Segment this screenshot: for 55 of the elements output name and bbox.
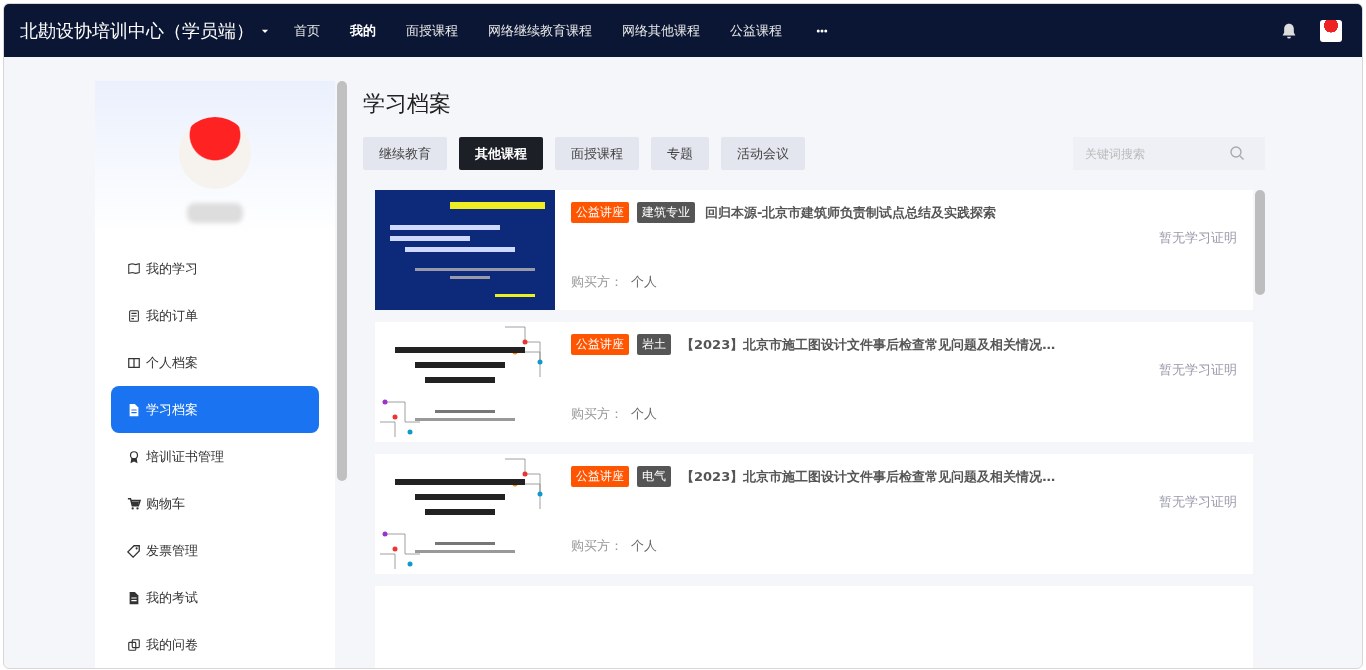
course-title[interactable]: 【2023】北京市施工图设计文件事后检查常见问题及相关情况… (681, 467, 1056, 486)
category-tag: 电气 (637, 466, 671, 487)
course-cover-image[interactable] (375, 190, 555, 310)
category-tag: 公益讲座 (571, 466, 629, 487)
filter-tab[interactable]: 活动会议 (721, 137, 805, 170)
category-tag: 岩土 (637, 334, 671, 355)
certificate-status: 暂无学习证明 (1159, 493, 1237, 511)
buyer-value: 个人 (631, 537, 657, 555)
nav-link[interactable]: 我的 (350, 21, 376, 40)
nav-link[interactable]: 网络其他课程 (622, 21, 700, 40)
certificate-status: 暂无学习证明 (1159, 361, 1237, 379)
filter-tab[interactable]: 面授课程 (555, 137, 639, 170)
filter-tab[interactable]: 继续教育 (363, 137, 447, 170)
file-icon (127, 590, 141, 605)
book-icon (127, 355, 141, 370)
course-title[interactable]: 【2023】北京市施工图设计文件事后检查常见问题及相关情况… (681, 335, 1056, 354)
copy-icon (127, 637, 141, 652)
map-icon (127, 261, 141, 276)
scrollbar-thumb[interactable] (1255, 190, 1265, 295)
nav-link[interactable]: 网络继续教育课程 (488, 21, 592, 40)
tag-icon (127, 543, 141, 558)
scrollbar-thumb[interactable] (337, 81, 347, 481)
sidebar-menu-item[interactable]: 培训证书管理 (111, 433, 319, 480)
document-icon (127, 308, 141, 323)
nav-link[interactable]: 首页 (294, 21, 320, 40)
cart-icon (127, 496, 141, 511)
sidebar-menu-item[interactable]: 我的订单 (111, 292, 319, 339)
bell-icon[interactable] (1280, 21, 1298, 40)
page-title: 学习档案 (363, 90, 452, 118)
site-title-dropdown[interactable]: 北勘设协培训中心（学员端） (20, 18, 270, 43)
buyer-label: 购买方： (571, 405, 623, 423)
buyer-label: 购买方： (571, 273, 623, 291)
sidebar-menu-item[interactable]: 学习档案 (111, 386, 319, 433)
blurred-name-block (187, 203, 243, 223)
category-tag: 建筑专业 (637, 202, 695, 223)
sidebar-menu-item[interactable]: 购物车 (111, 480, 319, 527)
category-tag: 公益讲座 (571, 334, 629, 355)
sidebar-menu-item[interactable]: 我的问卷 (111, 621, 319, 668)
nav-link[interactable]: 公益课程 (730, 21, 782, 40)
sidebar-menu-item[interactable]: 个人档案 (111, 339, 319, 386)
certificate-status: 暂无学习证明 (1159, 229, 1237, 247)
sidebar-menu-item[interactable]: 我的学习 (111, 245, 319, 292)
nav-link[interactable]: 面授课程 (406, 21, 458, 40)
category-tag: 公益讲座 (571, 202, 629, 223)
sidebar-menu-item[interactable]: 发票管理 (111, 527, 319, 574)
buyer-value: 个人 (631, 273, 657, 291)
file-icon (127, 402, 141, 417)
course-title[interactable]: 回归本源-北京市建筑师负责制试点总结及实践探索 (705, 203, 997, 222)
award-icon (127, 449, 141, 464)
buyer-value: 个人 (631, 405, 657, 423)
buyer-label: 购买方： (571, 537, 623, 555)
filter-tab[interactable]: 其他课程 (459, 137, 543, 170)
user-avatar[interactable] (1320, 19, 1342, 42)
filter-tab[interactable]: 专题 (651, 137, 709, 170)
sidebar-menu-item[interactable]: 我的考试 (111, 574, 319, 621)
